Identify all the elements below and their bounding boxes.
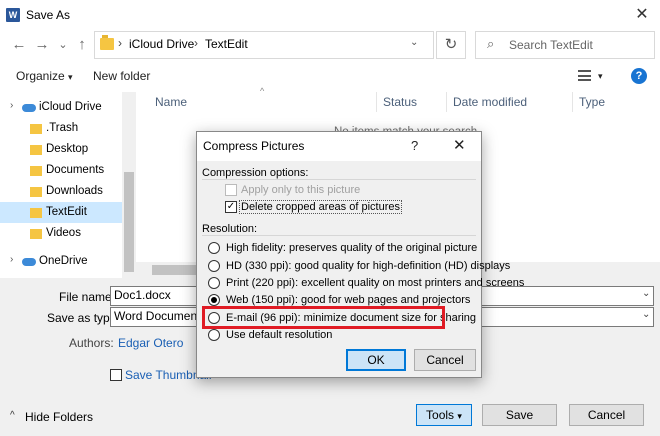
folder-icon xyxy=(30,166,42,176)
folder-icon xyxy=(30,187,42,197)
sidebar-item-label: OneDrive xyxy=(39,255,88,267)
save-button[interactable]: Save xyxy=(482,404,557,426)
sidebar-item-downloads[interactable]: Downloads xyxy=(0,181,122,202)
file-name-dropdown-icon[interactable]: ⌄ xyxy=(642,288,650,299)
sidebar-item-documents[interactable]: Documents xyxy=(0,160,122,181)
expand-icon[interactable]: › xyxy=(10,254,13,265)
apply-only-checkbox[interactable] xyxy=(225,184,237,196)
sidebar-item-label: Downloads xyxy=(46,185,103,197)
hide-folders-icon[interactable]: ^ xyxy=(10,410,15,421)
section-divider xyxy=(202,235,476,236)
tools-button[interactable]: Tools ▾ xyxy=(416,404,472,426)
help-icon[interactable]: ? xyxy=(631,68,647,84)
save-as-type-label: Save as type: xyxy=(47,311,120,325)
window-title: Save As xyxy=(26,8,71,22)
radio-hd[interactable] xyxy=(208,260,220,272)
expand-icon[interactable]: › xyxy=(10,100,13,111)
column-divider[interactable] xyxy=(376,92,377,112)
title-bar xyxy=(0,0,660,30)
sidebar-item-videos[interactable]: Videos xyxy=(0,223,122,244)
radio-web[interactable] xyxy=(208,294,220,306)
delete-cropped-label: Delete cropped areas of pictures xyxy=(239,200,402,214)
file-name-label: File name: xyxy=(59,290,116,304)
option-print[interactable]: Print (220 ppi): excellent quality on mo… xyxy=(226,277,524,289)
sidebar-item-label: TextEdit xyxy=(46,206,87,218)
column-name[interactable]: Name xyxy=(155,95,187,109)
dialog-close-icon[interactable]: ✕ xyxy=(453,136,466,154)
sidebar-item-label: .Trash xyxy=(46,122,79,134)
cancel-button[interactable]: Cancel xyxy=(569,404,644,426)
option-web[interactable]: Web (150 ppi): good for web pages and pr… xyxy=(226,294,470,306)
folder-icon xyxy=(30,208,42,218)
authors-link[interactable]: Edgar Otero xyxy=(118,336,183,350)
sidebar-item-icloud-drive[interactable]: › iCloud Drive xyxy=(0,97,122,118)
save-type-dropdown-icon[interactable]: ⌄ xyxy=(642,309,650,320)
breadcrumb-textedit[interactable]: TextEdit xyxy=(205,37,248,51)
delete-cropped-checkbox[interactable]: ✓ xyxy=(225,201,237,213)
refresh-button[interactable]: ↻ xyxy=(436,31,466,59)
dialog-help-icon[interactable]: ? xyxy=(411,138,418,153)
folder-icon xyxy=(30,124,42,134)
folder-icon xyxy=(30,229,42,239)
new-folder-button[interactable]: New folder xyxy=(93,69,150,83)
radio-print[interactable] xyxy=(208,277,220,289)
sidebar-item-label: Desktop xyxy=(46,143,89,155)
search-icon: ⌕ xyxy=(487,36,495,51)
cloud-icon xyxy=(22,258,36,266)
save-thumbnail-checkbox[interactable] xyxy=(110,369,122,381)
view-options-icon[interactable] xyxy=(578,70,591,81)
breadcrumb-separator: › xyxy=(194,36,198,50)
window-close-button[interactable]: ✕ xyxy=(630,4,654,26)
radio-high-fidelity[interactable] xyxy=(208,242,220,254)
section-divider xyxy=(202,179,476,180)
hide-folders-button[interactable]: Hide Folders xyxy=(25,410,93,424)
folder-icon xyxy=(30,145,42,155)
option-high-fidelity[interactable]: High fidelity: preserves quality of the … xyxy=(226,242,477,254)
sidebar-item-trash[interactable]: .Trash xyxy=(0,118,122,139)
column-divider[interactable] xyxy=(572,92,573,112)
address-dropdown-icon[interactable]: ⌄ xyxy=(410,37,418,48)
resolution-header: Resolution: xyxy=(202,223,258,235)
sidebar-item-label: iCloud Drive xyxy=(39,101,102,113)
compression-options-header: Compression options: xyxy=(202,167,309,179)
sidebar-item-onedrive[interactable]: › OneDrive xyxy=(0,251,122,272)
breadcrumb-icloud-drive[interactable]: iCloud Drive xyxy=(129,37,194,51)
sidebar-scroll-thumb[interactable] xyxy=(124,172,134,272)
view-dropdown-icon[interactable]: ▾ xyxy=(598,71,603,82)
option-default-resolution[interactable]: Use default resolution xyxy=(226,329,332,341)
recent-locations-icon[interactable]: ⌄ xyxy=(54,35,72,55)
dialog-ok-button[interactable]: OK xyxy=(346,349,406,371)
column-status[interactable]: Status xyxy=(383,95,417,109)
search-input[interactable]: Search TextEdit xyxy=(509,38,593,52)
apply-only-label: Apply only to this picture xyxy=(241,184,361,196)
option-hd[interactable]: HD (330 ppi): good quality for high-defi… xyxy=(226,260,510,272)
dialog-title: Compress Pictures xyxy=(203,139,305,153)
dialog-cancel-button[interactable]: Cancel xyxy=(414,349,476,371)
sort-indicator-icon: ^ xyxy=(260,86,265,96)
back-icon[interactable]: ← xyxy=(10,35,28,55)
sidebar-item-textedit[interactable]: TextEdit xyxy=(0,202,122,223)
sidebar-item-desktop[interactable]: Desktop xyxy=(0,139,122,160)
column-date-modified[interactable]: Date modified xyxy=(453,95,527,109)
radio-default-resolution[interactable] xyxy=(208,329,220,341)
folder-icon xyxy=(100,35,114,50)
email-option-highlight xyxy=(202,306,445,329)
up-folder-icon[interactable]: ↑ xyxy=(73,35,91,55)
column-divider[interactable] xyxy=(446,92,447,112)
column-type[interactable]: Type xyxy=(579,95,605,109)
forward-icon[interactable]: → xyxy=(33,35,51,55)
breadcrumb-separator: › xyxy=(118,36,122,50)
sidebar-item-label: Documents xyxy=(46,164,105,176)
sidebar-item-label: Videos xyxy=(46,227,81,239)
cloud-icon xyxy=(22,104,36,112)
organize-button[interactable]: Organize ▾ xyxy=(16,69,73,83)
authors-label: Authors: xyxy=(69,336,114,350)
word-app-icon: W xyxy=(6,8,20,22)
